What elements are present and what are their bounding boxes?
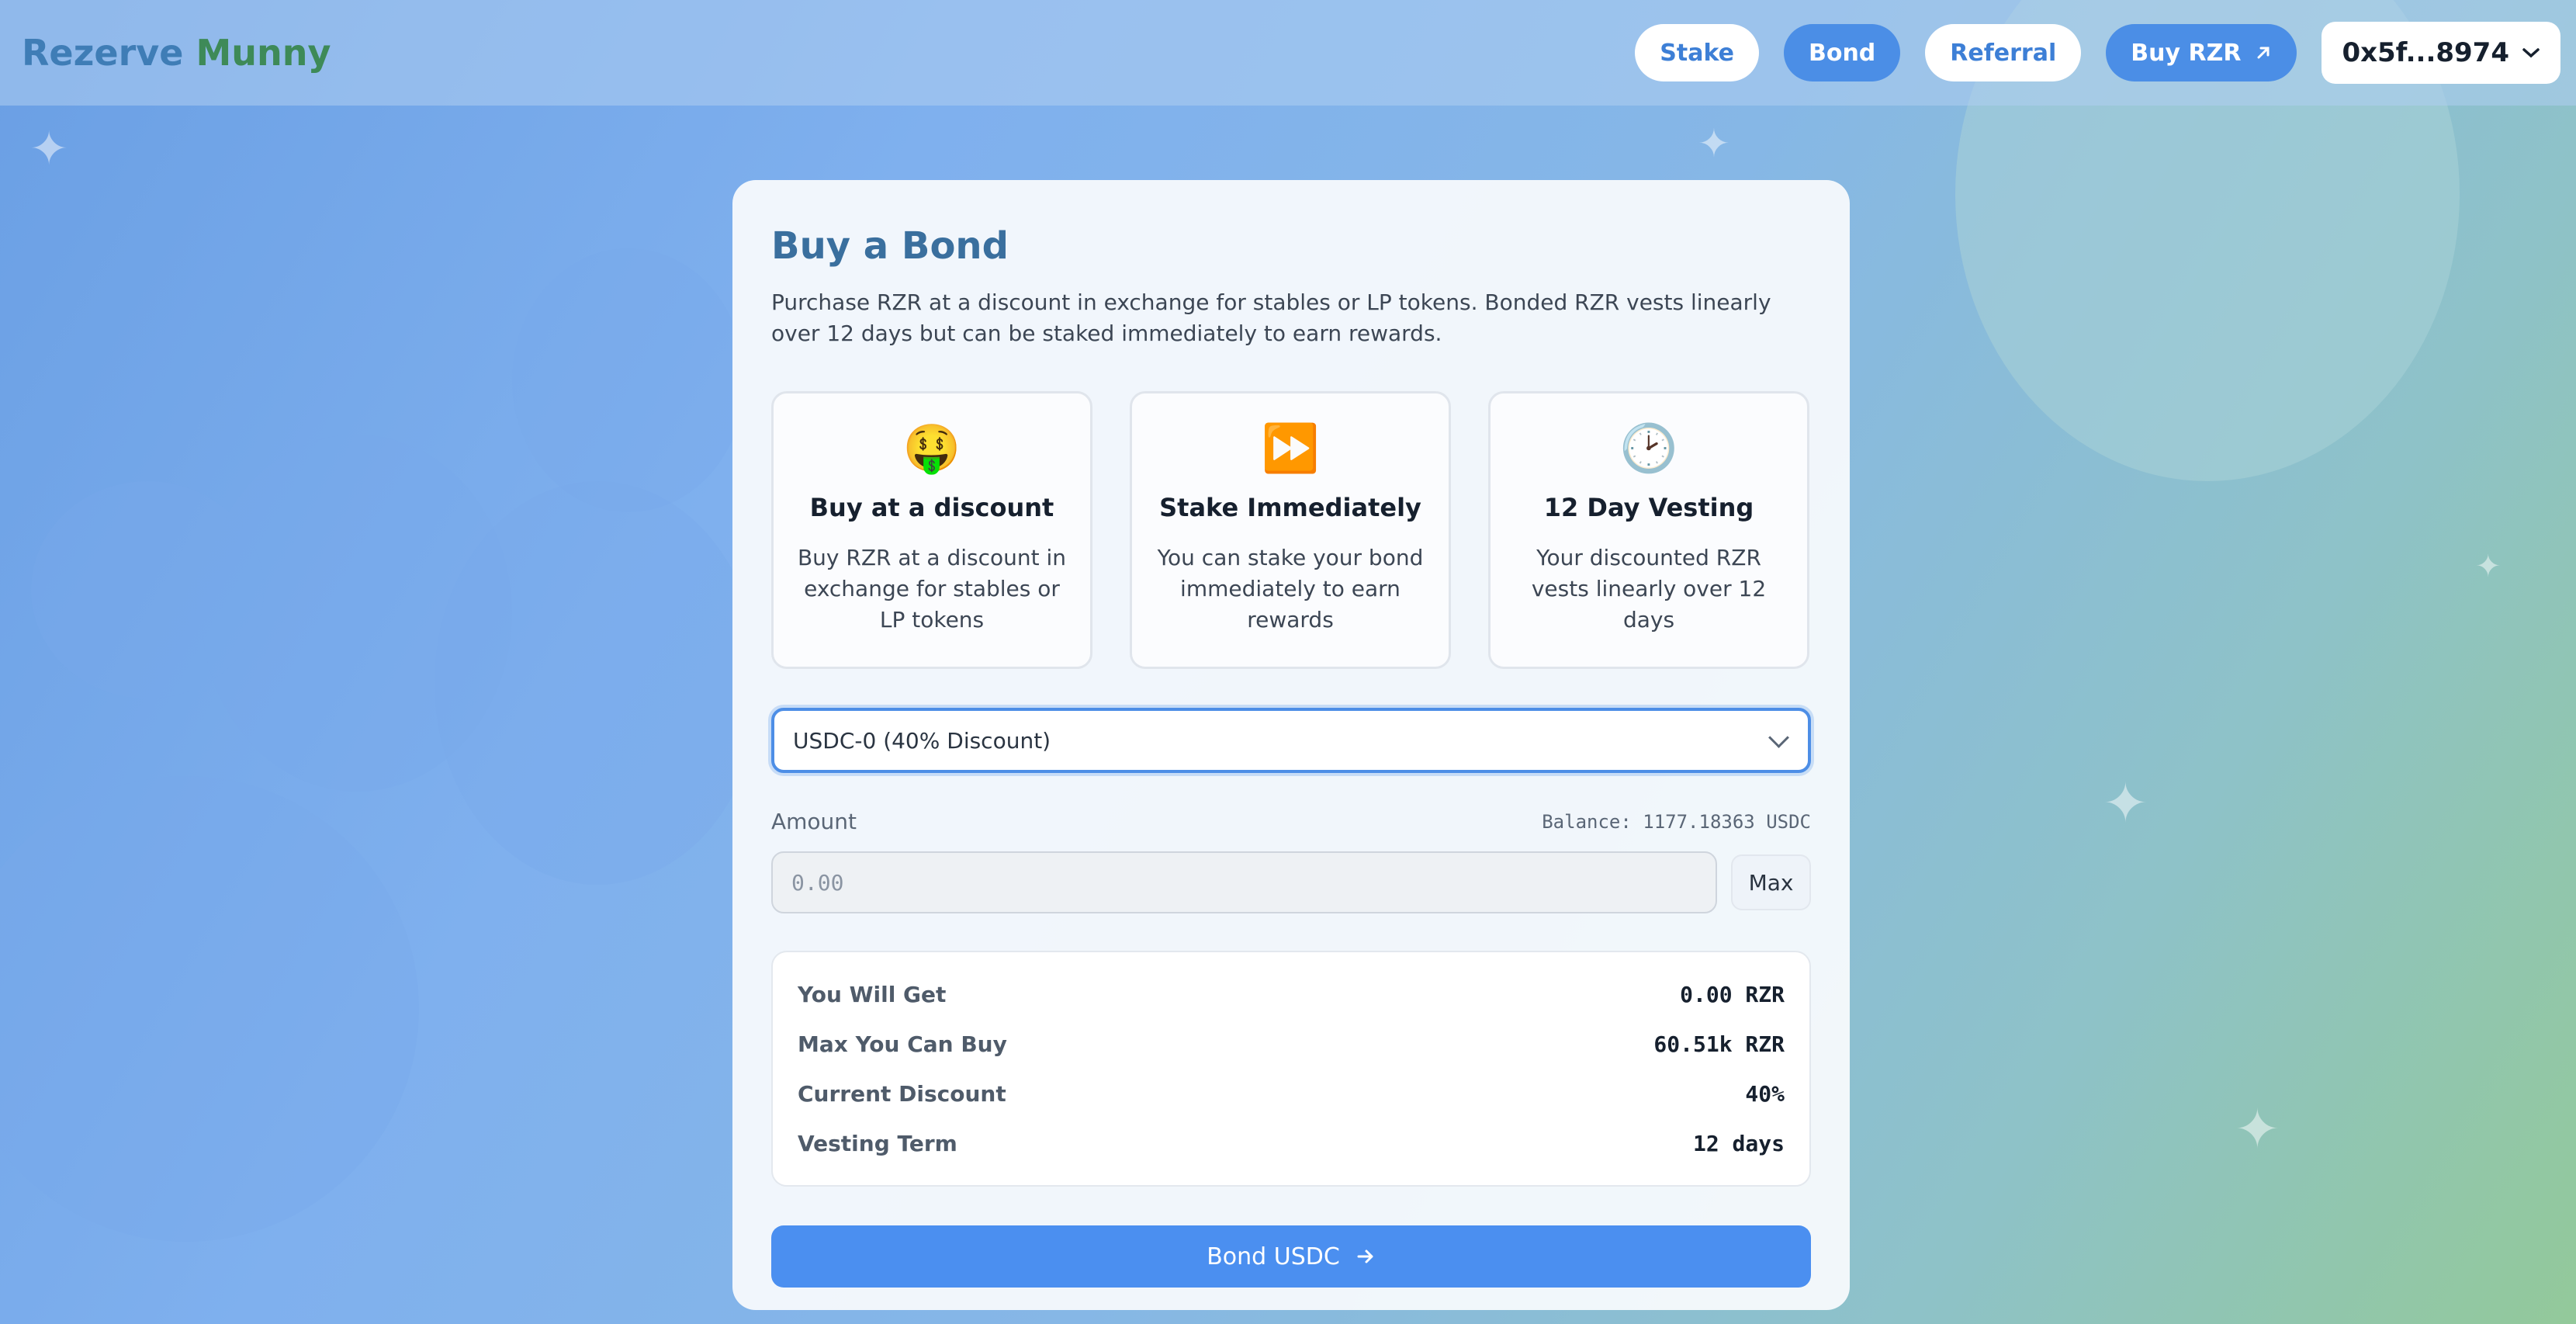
character-decoration [512, 248, 745, 512]
summary-label: Current Discount [798, 1080, 1006, 1107]
page-description: Purchase RZR at a discount in exchange f… [771, 289, 1771, 346]
summary-value: 0.00 RZR [1680, 981, 1785, 1007]
nav-bond-label: Bond [1808, 39, 1876, 67]
summary-label: Max You Can Buy [798, 1031, 1007, 1057]
buy-rzr-button[interactable]: Buy RZR [2106, 24, 2297, 81]
buy-bond-card: Buy a Bond Purchase RZR at a discount in… [732, 180, 1850, 1310]
amount-input-row: 0.00 Max [771, 851, 1811, 913]
sparkle-icon: ✦ [29, 122, 69, 176]
page-title: Buy a Bond [771, 220, 1811, 272]
top-navigation-bar: Rezerve Munny Stake Bond Referral Buy RZ… [0, 0, 2576, 106]
wallet-address: 0x5f...8974 [2342, 37, 2509, 68]
feature-text: Your discounted RZR vests linearly over … [1531, 545, 1767, 633]
amount-label: Amount [771, 809, 857, 834]
clock-icon: 🕑 [1619, 421, 1678, 476]
feature-card-stake: ⏩ Stake Immediately You can stake your b… [1130, 391, 1451, 669]
arrow-right-icon [1357, 1249, 1373, 1263]
amount-input-placeholder: 0.00 [791, 869, 844, 896]
balance-text: Balance: 1177.18363 USDC [1542, 810, 1811, 833]
summary-row: Current Discount 40% [798, 1069, 1785, 1118]
brand-word-2: Munny [196, 32, 331, 74]
summary-row: Max You Can Buy 60.51k RZR [798, 1019, 1785, 1069]
bond-summary: You Will Get 0.00 RZR Max You Can Buy 60… [771, 951, 1811, 1187]
amount-input[interactable]: 0.00 [771, 851, 1718, 913]
page-title-text: Buy a Bond [771, 224, 1009, 268]
character-decoration [435, 481, 760, 885]
wallet-address-button[interactable]: 0x5f...8974 [2322, 22, 2560, 84]
external-link-arrow-icon [2257, 47, 2270, 59]
bond-token-select[interactable]: USDC-0 (40% Discount) [771, 708, 1811, 773]
brand-logo[interactable]: Rezerve Munny [22, 32, 331, 74]
sparkle-icon: ✦ [2235, 1097, 2280, 1161]
chevron-down-icon [2522, 48, 2540, 58]
nav-stake-button[interactable]: Stake [1635, 24, 1759, 81]
bond-submit-label: Bond USDC [1207, 1243, 1340, 1270]
feature-card-vesting: 🕑 12 Day Vesting Your discounted RZR ves… [1488, 391, 1809, 669]
summary-row: You Will Get 0.00 RZR [798, 969, 1785, 1019]
nav-bond-button[interactable]: Bond [1783, 24, 1901, 81]
feature-text: Buy RZR at a discount in exchange for st… [797, 545, 1067, 633]
nav-referral-label: Referral [1950, 39, 2057, 67]
fast-forward-icon: ⏩ [1261, 421, 1320, 476]
max-button-label: Max [1748, 869, 1794, 896]
summary-value: 40% [1745, 1080, 1785, 1107]
sparkle-icon: ✦ [2103, 771, 2148, 835]
chevron-down-icon [1768, 726, 1789, 748]
summary-row: Vesting Term 12 days [798, 1118, 1785, 1168]
feature-card-discount: 🤑 Buy at a discount Buy RZR at a discoun… [771, 391, 1092, 669]
feature-title: Buy at a discount [809, 493, 1054, 522]
character-decoration [0, 776, 419, 1242]
sparkle-icon: ✦ [2475, 549, 2502, 584]
summary-value: 60.51k RZR [1653, 1031, 1785, 1057]
feature-text: You can stake your bond immediately to e… [1157, 545, 1424, 633]
nav-referral-button[interactable]: Referral [1925, 24, 2082, 81]
bond-token-selected-value: USDC-0 (40% Discount) [793, 727, 1051, 754]
amount-header: Amount Balance: 1177.18363 USDC [771, 809, 1811, 834]
bond-submit-button[interactable]: Bond USDC [771, 1225, 1811, 1288]
brand-word-1: Rezerve [22, 32, 184, 74]
summary-label: Vesting Term [798, 1130, 957, 1156]
feature-title: 12 Day Vesting [1543, 493, 1754, 522]
summary-label: You Will Get [798, 981, 947, 1007]
money-mouth-face-icon: 🤑 [902, 421, 961, 476]
summary-value: 12 days [1692, 1130, 1785, 1156]
feature-title: Stake Immediately [1159, 493, 1421, 522]
max-button[interactable]: Max [1731, 854, 1811, 910]
nav-menu: Stake Bond Referral Buy RZR 0x5f...8974 [1635, 22, 2560, 84]
sparkle-icon: ✦ [1698, 121, 1730, 166]
buy-rzr-label: Buy RZR [2131, 39, 2242, 67]
feature-cards: 🤑 Buy at a discount Buy RZR at a discoun… [771, 391, 1811, 669]
nav-stake-label: Stake [1660, 39, 1734, 67]
